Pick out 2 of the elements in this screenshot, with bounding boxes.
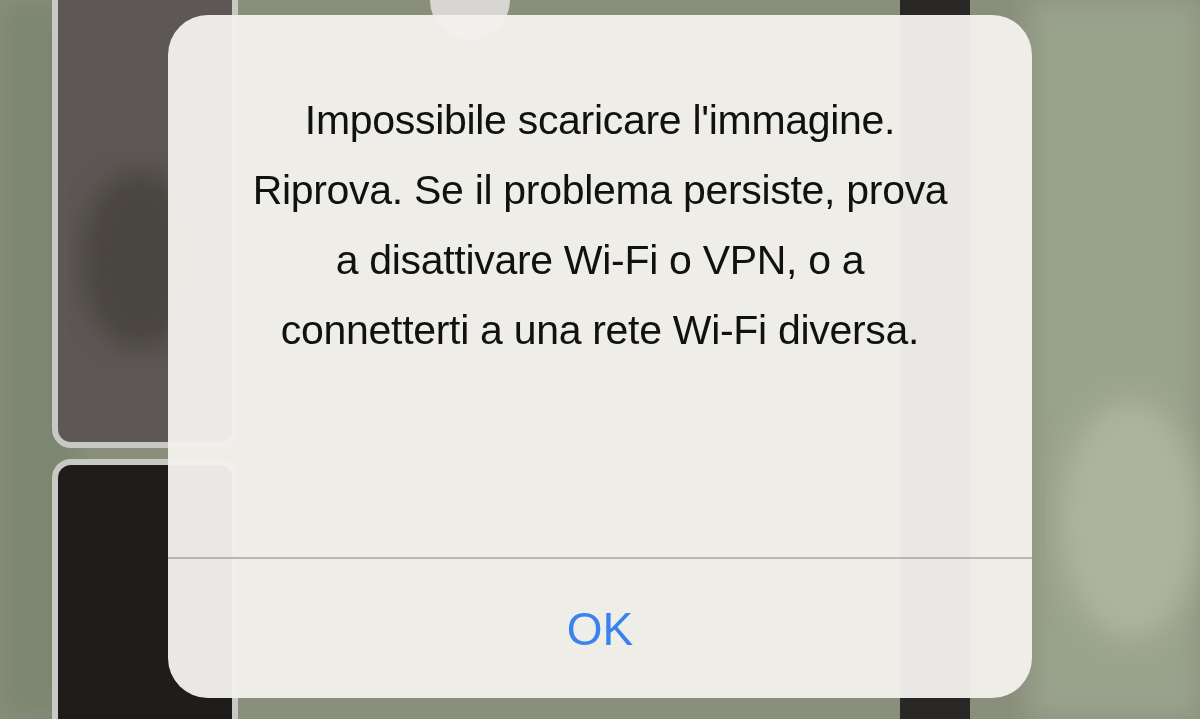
ok-button[interactable]: OK — [168, 557, 1032, 698]
alert-message: Impossibile scaricare l'immagine. Riprova. Se il problema persiste, prova a disattivare Wi-Fi o VPN, o a connetterti a una rete Wi-Fi diversa. — [251, 96, 949, 355]
